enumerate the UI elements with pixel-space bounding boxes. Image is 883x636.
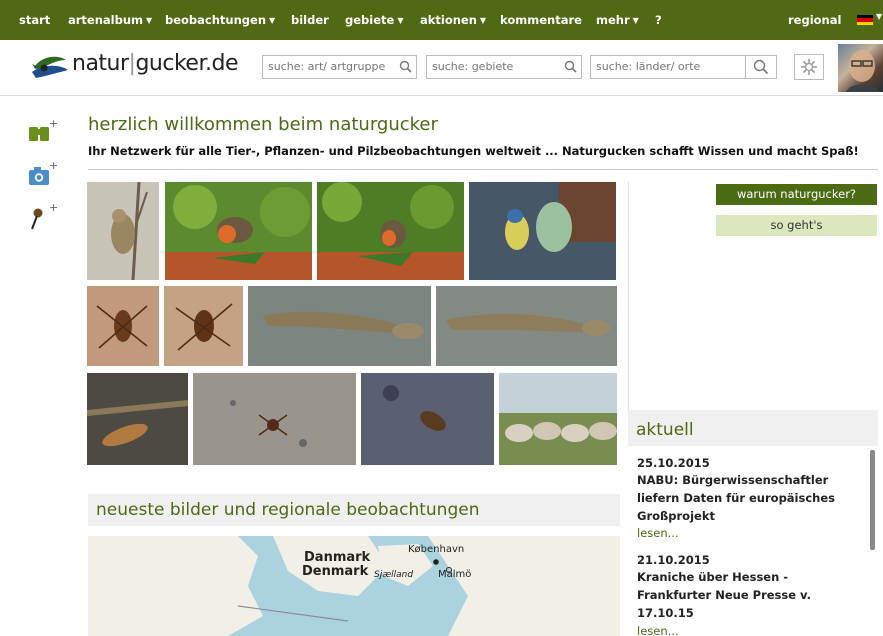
site-logo-text[interactable]: natur|gucker.de bbox=[72, 51, 238, 76]
search-orte-input[interactable] bbox=[596, 60, 744, 73]
svg-text:+: + bbox=[49, 118, 57, 130]
nav-kommentare-label: kommentare bbox=[500, 13, 582, 27]
why-naturgucker-button[interactable]: warum naturgucker? bbox=[716, 184, 877, 205]
photo-bug-1[interactable] bbox=[87, 286, 159, 366]
news-headline[interactable]: NABU: Bürgerwissenschaftler liefern Date… bbox=[637, 471, 862, 525]
news-headline[interactable]: Kraniche über Hessen - Frankfurter Neue … bbox=[637, 568, 862, 622]
map-label-malmo: Malmö bbox=[438, 569, 472, 580]
add-photo-camera-icon[interactable]: + bbox=[27, 160, 57, 190]
news-date: 25.10.2015 bbox=[637, 456, 710, 470]
search-gebiete-box bbox=[426, 55, 582, 79]
map-label-danmark: Danmark bbox=[304, 550, 371, 565]
caret-down-icon: ▼ bbox=[146, 16, 153, 25]
logo-text-natur: natur bbox=[72, 51, 129, 76]
caret-down-icon[interactable]: ▼ bbox=[876, 12, 882, 21]
latest-section-title: neueste bilder und regionale beobachtung… bbox=[96, 500, 480, 520]
nav-artenalbum-label: artenalbum bbox=[68, 13, 144, 27]
search-divider bbox=[745, 56, 746, 78]
nav-artenalbum[interactable]: artenalbum ▼ bbox=[68, 13, 152, 27]
nav-gebiete[interactable]: gebiete ▼ bbox=[345, 13, 403, 27]
add-observation-binoculars-icon[interactable]: + bbox=[27, 118, 57, 148]
photo-robin-1[interactable] bbox=[165, 182, 312, 280]
search-icon[interactable] bbox=[564, 59, 578, 75]
nav-mehr-label: mehr bbox=[596, 13, 630, 27]
caret-down-icon: ▼ bbox=[632, 16, 639, 25]
settings-button[interactable] bbox=[794, 54, 824, 80]
how-it-works-button[interactable]: so geht's bbox=[716, 215, 877, 236]
nav-start-label: start bbox=[19, 13, 51, 27]
caret-down-icon: ▼ bbox=[479, 16, 487, 25]
search-art-box bbox=[262, 55, 417, 79]
svg-text:+: + bbox=[49, 202, 57, 214]
divider bbox=[628, 182, 629, 412]
photo-sheep-herd[interactable] bbox=[499, 373, 617, 465]
photo-beetle[interactable] bbox=[361, 373, 494, 465]
nav-kommentare[interactable]: kommentare bbox=[500, 13, 582, 27]
nav-bilder[interactable]: bilder bbox=[291, 13, 329, 27]
top-navigation-bar: start artenalbum ▼ beobachtungen ▼ bilder … bbox=[0, 0, 883, 40]
site-header: natur|gucker.de bbox=[0, 40, 883, 96]
photo-blue-tit-feeder[interactable] bbox=[469, 182, 616, 280]
news-date: 21.10.2015 bbox=[637, 553, 710, 567]
nav-beobachtungen[interactable]: beobachtungen ▼ bbox=[165, 13, 275, 27]
search-icon[interactable] bbox=[753, 58, 769, 76]
naturgucker-logo-icon[interactable] bbox=[30, 50, 70, 84]
nav-help-label: ? bbox=[655, 13, 662, 27]
nav-start[interactable]: start bbox=[19, 13, 50, 27]
nav-bilder-label: bilder bbox=[291, 13, 329, 27]
nav-regional[interactable]: regional bbox=[788, 13, 841, 27]
nav-beobachtungen-label: beobachtungen bbox=[165, 13, 267, 27]
settings-gear-icon bbox=[801, 59, 817, 75]
search-icon[interactable] bbox=[399, 59, 413, 75]
news-scrollbar[interactable] bbox=[870, 450, 875, 550]
nav-mehr[interactable]: mehr ▼ bbox=[596, 13, 639, 27]
news-title: aktuell bbox=[636, 420, 694, 440]
news-read-more-link[interactable]: lesen... bbox=[637, 526, 679, 540]
regional-map[interactable]: Danmark Denmark København Sjælland Malmö bbox=[88, 536, 620, 636]
map-label-kobenhavn: København bbox=[408, 544, 465, 555]
nav-gebiete-label: gebiete bbox=[345, 13, 395, 27]
photo-spider[interactable] bbox=[193, 373, 356, 465]
photo-bird-on-branch[interactable] bbox=[87, 182, 159, 280]
nav-help[interactable]: ? bbox=[655, 13, 662, 27]
news-read-more-link[interactable]: lesen... bbox=[637, 624, 679, 636]
photo-robin-2[interactable] bbox=[317, 182, 464, 280]
nav-aktionen[interactable]: aktionen ▼ bbox=[420, 13, 486, 27]
welcome-title: herzlich willkommen beim naturgucker bbox=[88, 114, 438, 135]
photo-larva[interactable] bbox=[87, 373, 188, 465]
photo-skink-1[interactable] bbox=[248, 286, 431, 366]
svg-text:+: + bbox=[49, 160, 57, 172]
caret-down-icon: ▼ bbox=[269, 16, 276, 25]
logo-text-gucker: gucker.de bbox=[135, 51, 238, 76]
welcome-subtitle: Ihr Netzwerk für alle Tier-, Pflanzen- u… bbox=[88, 144, 859, 158]
user-avatar[interactable] bbox=[838, 44, 883, 92]
search-orte-box bbox=[590, 55, 777, 79]
divider bbox=[88, 169, 878, 170]
photo-bug-2[interactable] bbox=[164, 286, 243, 366]
caret-down-icon: ▼ bbox=[397, 16, 404, 25]
search-art-input[interactable] bbox=[268, 60, 396, 73]
nav-aktionen-label: aktionen bbox=[420, 13, 477, 27]
photo-skink-2[interactable] bbox=[436, 286, 617, 366]
german-flag-icon[interactable] bbox=[857, 15, 873, 25]
search-gebiete-input[interactable] bbox=[432, 60, 560, 73]
map-label-denmark: Denmark bbox=[302, 564, 369, 579]
add-location-pin-icon[interactable]: + bbox=[27, 202, 57, 232]
map-label-sjaelland: Sjælland bbox=[374, 570, 414, 580]
